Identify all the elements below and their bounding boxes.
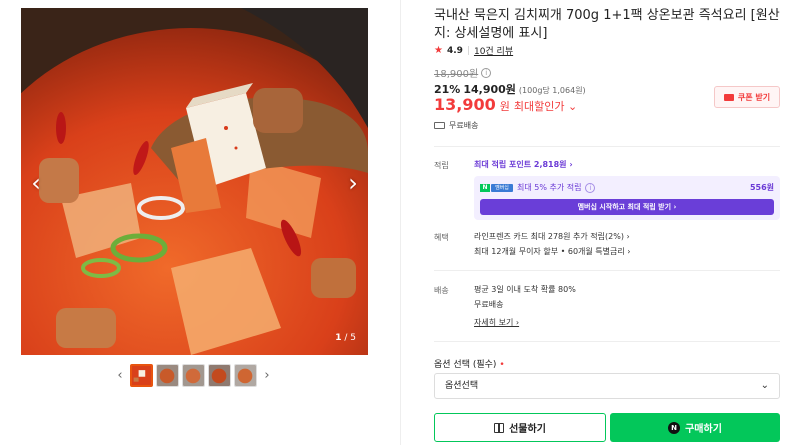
review-count-link[interactable]: 10건 리뷰 (474, 44, 513, 57)
rating-score: 4.9 (446, 45, 463, 56)
npay-badge: N 멤버십 (480, 183, 513, 192)
thumbnail-4[interactable] (208, 364, 231, 387)
section-divider (434, 146, 780, 147)
option-label: 옵션 선택 (필수) • (434, 357, 505, 370)
chevron-down-icon: ⌄ (760, 380, 769, 391)
max-discount-price: 13,900 (434, 95, 496, 114)
gallery-counter-total: / 5 (344, 333, 356, 343)
delivery-label: 배송 (434, 286, 449, 295)
rating-separator: | (466, 45, 470, 56)
gift-button-label: 선물하기 (509, 424, 546, 435)
max-discount-row: 13,900 원 최대할인가 ⌄ (434, 95, 577, 114)
product-image-gallery[interactable]: ‹ › 1 / 5 (21, 8, 368, 355)
membership-summary: N 멤버십 최대 5% 추가 적립 i 556원 (480, 182, 774, 193)
membership-start-button[interactable]: 멤버십 시작하고 최대 적립 받기 › (480, 199, 774, 215)
product-photo (21, 8, 368, 355)
shipping-tag: 무료배송 (434, 120, 478, 131)
column-divider (400, 0, 401, 445)
info-icon[interactable]: i (481, 67, 492, 78)
points-row: 최대 적립 포인트 2,818원 › (474, 157, 573, 172)
thumbnail-1[interactable] (130, 364, 153, 387)
membership-info-icon[interactable]: i (585, 182, 596, 193)
coupon-button-label: 쿠폰 받기 (737, 92, 771, 102)
gallery-next-button[interactable]: › (342, 171, 364, 195)
thumbnail-2[interactable] (156, 364, 179, 387)
membership-extra-text: 최대 5% 추가 적립 (517, 183, 582, 192)
coupon-button[interactable]: 쿠폰 받기 (714, 86, 780, 108)
original-price: 18,900원 (434, 69, 479, 80)
benefits-label: 혜택 (434, 233, 449, 242)
buy-button-label: 구매하기 (685, 424, 722, 435)
rating-summary: ★ 4.9 | 10건 리뷰 (434, 44, 513, 57)
thumbnail-next-button[interactable]: › (260, 368, 274, 383)
required-mark: • (499, 360, 505, 370)
thumbnail-prev-button[interactable]: ‹ (113, 368, 127, 383)
gallery-counter: 1 / 5 (335, 333, 356, 343)
option-label-text: 옵션 선택 (필수) (434, 360, 497, 370)
original-price-row: 18,900원 i (434, 65, 492, 80)
star-icon: ★ (434, 45, 443, 56)
gift-button[interactable]: 선물하기 (434, 413, 606, 442)
product-title: 국내산 묵은지 김치찌개 700g 1+1팩 상온보관 즉석요리 [원산지: 상… (434, 8, 780, 41)
naver-pay-icon: N (668, 421, 681, 434)
gallery-prev-button[interactable]: ‹ (25, 171, 47, 195)
membership-badge: 멤버십 (491, 183, 513, 192)
shipping-tag-label: 무료배송 (449, 121, 479, 130)
truck-icon (434, 122, 445, 129)
max-points-link[interactable]: 최대 적립 포인트 2,818원 › (474, 160, 573, 169)
thumbnail-5[interactable] (234, 364, 257, 387)
delivery-details-link[interactable]: 자세히 보기 › (474, 315, 576, 330)
benefits-row: 라인프렌즈 카드 최대 278원 추가 적립(2%) › 최대 12개월 무이자… (474, 229, 630, 259)
thumbnail-strip: ‹ › (113, 364, 274, 387)
delivery-row: 평균 3일 이내 도착 확률 80% 무료배송 자세히 보기 › (474, 282, 576, 330)
option-select[interactable]: 옵션선택 ⌄ (434, 373, 780, 399)
delivery-fee: 무료배송 (474, 300, 504, 309)
membership-amount: 556원 (749, 183, 774, 192)
option-select-value: 옵션선택 (445, 381, 479, 391)
naver-n-icon: N (480, 183, 490, 192)
buy-button[interactable]: N 구매하기 (610, 413, 780, 442)
max-discount-currency: 원 (499, 100, 510, 113)
installment-benefit-link[interactable]: 최대 12개월 무이자 할부 • 60개월 특별금리 › (474, 244, 630, 259)
thumbnail-3[interactable] (182, 364, 205, 387)
coupon-icon (723, 93, 734, 101)
section-divider (434, 270, 780, 271)
max-discount-dropdown[interactable]: 최대할인가 ⌄ (514, 98, 577, 114)
membership-box: N 멤버십 최대 5% 추가 적립 i 556원 멤버십 시작하고 최대 적립 … (474, 176, 780, 220)
points-label: 적립 (434, 161, 449, 170)
gift-icon (494, 422, 505, 433)
card-benefit-link[interactable]: 라인프렌즈 카드 최대 278원 추가 적립(2%) › (474, 229, 630, 244)
gallery-counter-current: 1 (335, 333, 342, 343)
delivery-arrival-rate: 평균 3일 이내 도착 확률 80% (474, 285, 576, 294)
section-divider (434, 341, 780, 342)
